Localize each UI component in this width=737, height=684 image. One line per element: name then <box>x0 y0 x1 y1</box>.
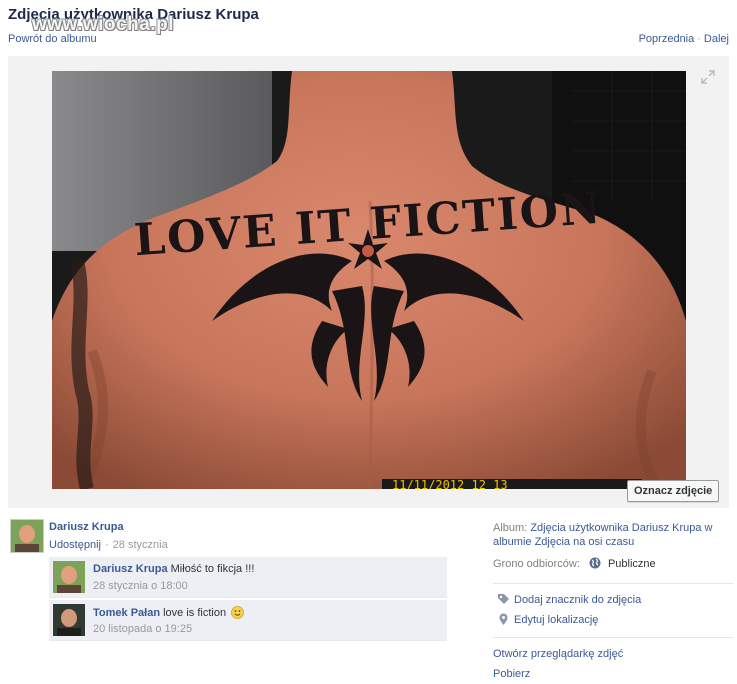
photo-sidebar: Album: Zdjęcia użytkownika Dariusz Krupa… <box>493 521 733 684</box>
owner-name-link[interactable]: Dariusz Krupa <box>49 521 124 533</box>
meta-separator: · <box>104 539 109 551</box>
edit-location-action[interactable]: Edytuj lokalizację <box>493 610 733 630</box>
tag-photo-button[interactable]: Oznacz zdjęcie <box>627 480 720 502</box>
commenter-avatar[interactable] <box>53 561 85 593</box>
sidebar-divider <box>493 637 733 638</box>
sidebar-divider <box>493 583 733 584</box>
download-link[interactable]: Pobierz <box>493 668 530 680</box>
comment-item: Dariusz Krupa Miłość to fikcja !!! 28 st… <box>49 557 447 598</box>
comment-text: love is fiction <box>163 607 227 619</box>
audience-label: Grono odbiorców: <box>493 558 580 570</box>
share-link[interactable]: Udostępnij <box>49 539 101 551</box>
expand-icon[interactable] <box>701 70 715 84</box>
comment-time: 28 stycznia o 18:00 <box>93 580 188 592</box>
location-pin-icon <box>499 613 508 625</box>
smiley-icon <box>231 606 245 619</box>
audience-value[interactable]: Publiczne <box>608 558 656 570</box>
pager-separator: · <box>697 33 701 45</box>
comment-line: Dariusz Krupa Miłość to fikcja !!! <box>93 563 254 575</box>
comment-line: Tomek Pałan love is fiction <box>93 606 245 619</box>
back-to-album-link[interactable]: Powrót do albumu <box>8 33 97 45</box>
album-info: Album: Zdjęcia użytkownika Dariusz Krupa… <box>493 521 733 549</box>
add-tag-link[interactable]: Dodaj znacznik do zdjęcia <box>514 594 641 606</box>
photo-stage: LOVE IT FICTION 11/11/2012 12 13 Oznacz … <box>8 56 729 508</box>
open-viewer-link[interactable]: Otwórz przeglądarkę zdjęć <box>493 648 623 660</box>
comment-list: Dariusz Krupa Miłość to fikcja !!! 28 st… <box>49 557 447 643</box>
owner-meta: Udostępnij · 28 stycznia <box>49 539 168 551</box>
comment-item: Tomek Pałan love is fiction 20 listopada… <box>49 600 447 641</box>
page-title: Zdjęcia użytkownika Dariusz Krupa <box>8 6 259 23</box>
next-photo-link[interactable]: Dalej <box>704 33 729 45</box>
svg-text:11/11/2012 12 13: 11/11/2012 12 13 <box>392 478 508 489</box>
commenter-avatar[interactable] <box>53 604 85 636</box>
tag-icon <box>498 594 509 604</box>
comment-text: Miłość to fikcja !!! <box>170 563 255 575</box>
photo-pager: Poprzednia · Dalej <box>639 33 729 45</box>
photo-image[interactable]: LOVE IT FICTION 11/11/2012 12 13 <box>52 71 686 489</box>
comment-time: 20 listopada o 19:25 <box>93 623 193 635</box>
owner-avatar[interactable] <box>10 519 44 553</box>
add-tag-action[interactable]: Dodaj znacznik do zdjęcia <box>493 590 733 610</box>
audience-info: Grono odbiorców: Publiczne <box>493 556 733 572</box>
edit-location-link[interactable]: Edytuj lokalizację <box>514 614 598 626</box>
comment-author-link[interactable]: Dariusz Krupa <box>93 563 168 575</box>
previous-photo-link[interactable]: Poprzednia <box>639 33 695 45</box>
globe-icon <box>589 557 601 569</box>
album-label: Album: <box>493 522 528 534</box>
post-date: 28 stycznia <box>112 539 168 551</box>
comment-author-link[interactable]: Tomek Pałan <box>93 607 160 619</box>
